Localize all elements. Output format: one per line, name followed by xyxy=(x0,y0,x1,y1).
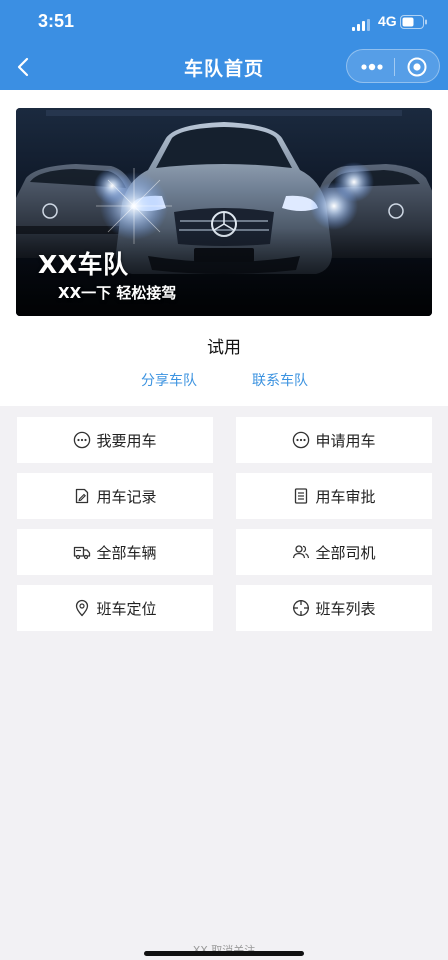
status-bar: 3:51 4G xyxy=(0,0,448,44)
crosshair-icon xyxy=(292,599,310,617)
menu-label: 全部车辆 xyxy=(96,543,157,562)
menu-car-approval-button[interactable]: 用车审批 xyxy=(236,473,432,519)
menu-label: 班车定位 xyxy=(96,599,157,618)
menu-car-records-button[interactable]: 用车记录 xyxy=(17,473,213,519)
edit-doc-icon xyxy=(73,487,91,505)
network-label: 4G xyxy=(378,13,397,29)
team-name: 试用 xyxy=(207,338,241,358)
battery-icon xyxy=(400,14,428,33)
nav-bar: 车队首页 xyxy=(0,44,448,90)
contact-team-link[interactable]: 联系车队 xyxy=(252,370,308,390)
truck-icon xyxy=(73,543,91,561)
team-links: 分享车队 联系车队 xyxy=(0,370,448,392)
menu-label: 用车审批 xyxy=(315,487,376,506)
menu-all-drivers-button[interactable]: 全部司机 xyxy=(236,529,432,575)
capsule-divider xyxy=(394,58,395,76)
menu-request-car-button[interactable]: 我要用车 xyxy=(17,417,213,463)
location-pin-icon xyxy=(73,599,91,617)
share-team-link[interactable]: 分享车队 xyxy=(141,370,197,390)
mini-program-capsule xyxy=(346,49,440,83)
menu-label: 用车记录 xyxy=(96,487,157,506)
banner-slogan-text: XX一下 轻松接驾 xyxy=(58,284,177,302)
promo-banner[interactable]: XX车队 XX一下 轻松接驾 xyxy=(16,108,432,316)
team-header-card: XX车队 XX一下 轻松接驾 试用 分享车队 联系车队 xyxy=(0,90,448,406)
menu-all-vehicles-button[interactable]: 全部车辆 xyxy=(17,529,213,575)
menu-shuttle-list-button[interactable]: 班车列表 xyxy=(236,585,432,631)
more-circle-icon xyxy=(292,431,310,449)
menu-shuttle-location-button[interactable]: 班车定位 xyxy=(17,585,213,631)
menu-label: 全部司机 xyxy=(315,543,376,562)
banner-brand-text: XX车队 xyxy=(38,250,129,279)
menu-label: 申请用车 xyxy=(315,431,376,450)
list-doc-icon xyxy=(292,487,310,505)
users-icon xyxy=(292,543,310,561)
home-indicator[interactable] xyxy=(144,951,304,956)
menu-label: 班车列表 xyxy=(315,599,376,618)
status-time: 3:51 xyxy=(38,11,75,31)
more-circle-icon xyxy=(73,431,91,449)
more-options-icon[interactable] xyxy=(359,59,385,73)
menu-apply-car-button[interactable]: 申请用车 xyxy=(236,417,432,463)
close-target-icon[interactable] xyxy=(406,56,428,78)
signal-icon xyxy=(352,16,372,35)
menu-label: 我要用车 xyxy=(96,431,157,450)
